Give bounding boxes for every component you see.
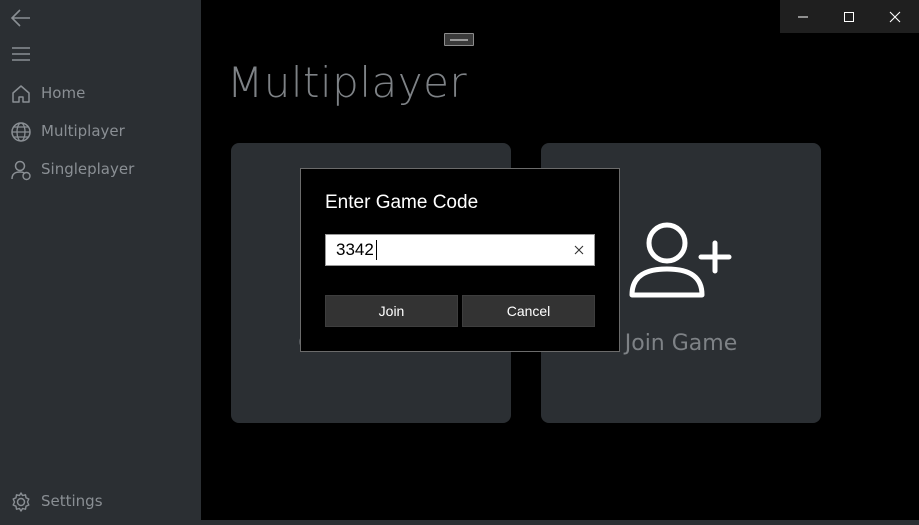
globe-icon (10, 121, 32, 143)
sidebar-item-label: Singleplayer (41, 160, 135, 178)
minimize-icon (798, 16, 808, 17)
game-code-value: 3342 (336, 240, 374, 259)
dialog-title: Enter Game Code (325, 192, 479, 213)
close-button[interactable] (872, 0, 918, 33)
text-caret (376, 240, 377, 260)
sidebar-item-singleplayer[interactable]: Singleplayer (0, 152, 201, 186)
game-code-dialog: Enter Game Code 3342 Join Cancel (300, 168, 620, 352)
window-controls (780, 0, 919, 33)
maximize-button[interactable] (826, 0, 872, 33)
back-button[interactable] (8, 6, 34, 30)
sidebar-item-settings[interactable]: Settings (0, 484, 201, 518)
sidebar-item-label: Settings (41, 492, 103, 510)
bottom-border (0, 520, 919, 525)
join-button[interactable]: Join (325, 295, 458, 327)
sidebar-item-home[interactable]: Home (0, 76, 201, 110)
hamburger-icon (12, 47, 30, 61)
person-icon (10, 159, 32, 181)
sidebar-item-multiplayer[interactable]: Multiplayer (0, 114, 201, 148)
sidebar-item-label: Multiplayer (41, 122, 125, 140)
minimize-button[interactable] (780, 0, 826, 33)
menu-button[interactable] (8, 42, 34, 66)
home-icon (10, 83, 32, 105)
page-title: Multiplayer (227, 58, 468, 107)
close-icon (889, 11, 901, 22)
drag-handle[interactable] (444, 33, 474, 46)
maximize-icon (844, 11, 854, 22)
sidebar-item-label: Home (41, 84, 86, 102)
sidebar: Home Multiplayer Singleplayer Settings (0, 0, 201, 520)
cancel-button[interactable]: Cancel (462, 295, 595, 327)
add-person-icon (629, 222, 732, 298)
game-code-input[interactable]: 3342 (325, 234, 595, 266)
clear-icon (574, 245, 584, 255)
gear-icon (10, 491, 32, 513)
arrow-left-icon (10, 9, 30, 27)
clear-input-button[interactable] (571, 242, 587, 258)
